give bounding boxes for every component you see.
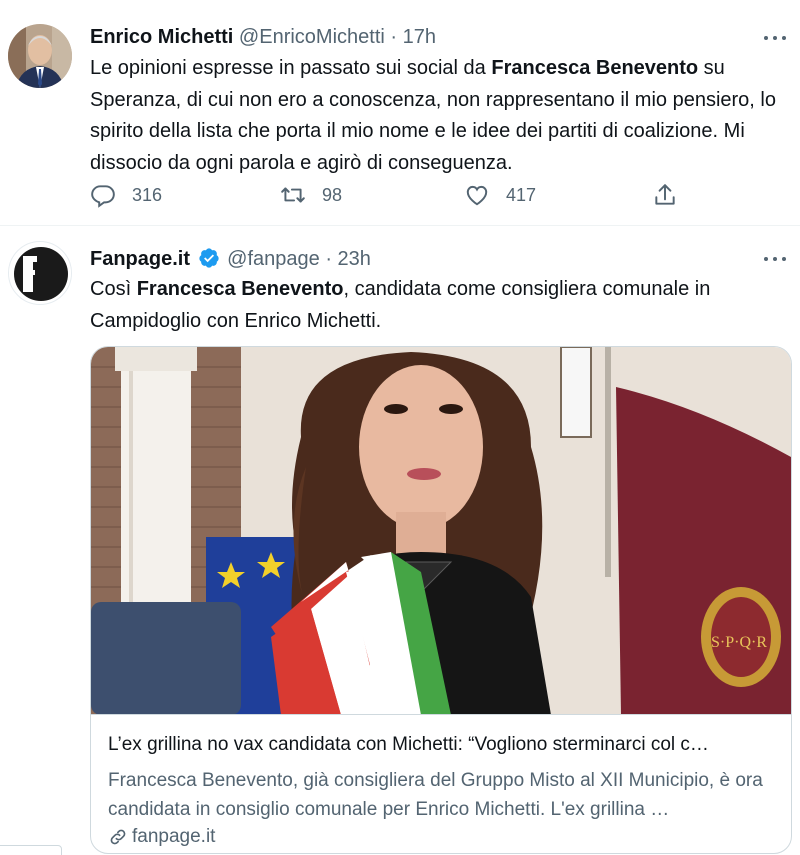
reply-icon — [91, 185, 115, 208]
like-button[interactable]: 417 — [464, 180, 536, 210]
card-image[interactable]: S·P·Q·R — [91, 347, 791, 715]
card-domain[interactable]: fanpage.it — [108, 826, 215, 848]
like-count: 417 — [506, 184, 537, 205]
verified-badge-icon — [198, 248, 219, 268]
separator: · — [325, 248, 332, 270]
reply-button[interactable]: 316 — [90, 180, 162, 210]
tweet-header: Enrico Michetti @EnricoMichetti · 17h — [90, 26, 436, 49]
tweet-michetti[interactable]: Enrico Michetti @EnricoMichetti · 17h Le… — [0, 0, 800, 226]
tweet-actions: 316 98 417 — [90, 180, 690, 210]
avatar-image — [8, 24, 72, 88]
author-handle[interactable]: @EnricoMichetti — [239, 26, 385, 48]
reply-count: 316 — [132, 184, 163, 205]
card-domain-text: fanpage.it — [132, 826, 216, 847]
tweet-text-part: Le opinioni espresse in passato sui soci… — [90, 57, 492, 79]
avatar[interactable] — [8, 241, 72, 305]
share-button[interactable] — [652, 180, 678, 210]
tweet-text: Le opinioni espresse in passato sui soci… — [90, 53, 780, 179]
author-name[interactable]: Enrico Michetti — [90, 26, 233, 48]
card-photo: S·P·Q·R — [91, 347, 791, 714]
share-icon — [655, 184, 675, 205]
tweet-header: Fanpage.it @fanpage · 23h — [90, 247, 371, 271]
more-icon[interactable] — [760, 249, 790, 269]
like-icon — [466, 185, 488, 206]
link-icon — [110, 829, 126, 845]
separator: · — [390, 26, 398, 48]
flag-text: S·P·Q·R — [711, 634, 767, 651]
timestamp[interactable]: 23h — [338, 248, 371, 270]
avatar[interactable] — [8, 24, 72, 88]
author-handle[interactable]: @fanpage — [227, 248, 320, 270]
retweet-count: 98 — [322, 184, 343, 205]
mention-name: Francesca Benevento — [491, 57, 699, 79]
timestamp[interactable]: 17h — [403, 26, 436, 48]
author-name[interactable]: Fanpage.it — [90, 248, 190, 270]
mention-name: Francesca Benevento — [136, 278, 344, 300]
retweet-icon — [281, 187, 305, 203]
tweet-fanpage[interactable]: Fanpage.it @fanpage · 23h Così Francesca… — [0, 227, 800, 855]
partial-tab[interactable] — [0, 845, 62, 855]
link-card[interactable]: S·P·Q·R L’ex grillina no vax candidata c… — [90, 346, 792, 854]
card-description: Francesca Benevento, già consigliera del… — [108, 770, 763, 820]
card-text[interactable]: L’ex grillina no vax candidata con Miche… — [91, 716, 791, 853]
card-title[interactable]: L’ex grillina no vax candidata con Miche… — [108, 734, 709, 756]
tweet-text: Così Francesca Benevento, candidata come… — [90, 274, 780, 337]
retweet-button[interactable]: 98 — [280, 180, 342, 210]
tweet-text-part: Così — [90, 278, 137, 300]
more-icon[interactable] — [760, 28, 790, 48]
fanpage-logo — [9, 242, 71, 304]
